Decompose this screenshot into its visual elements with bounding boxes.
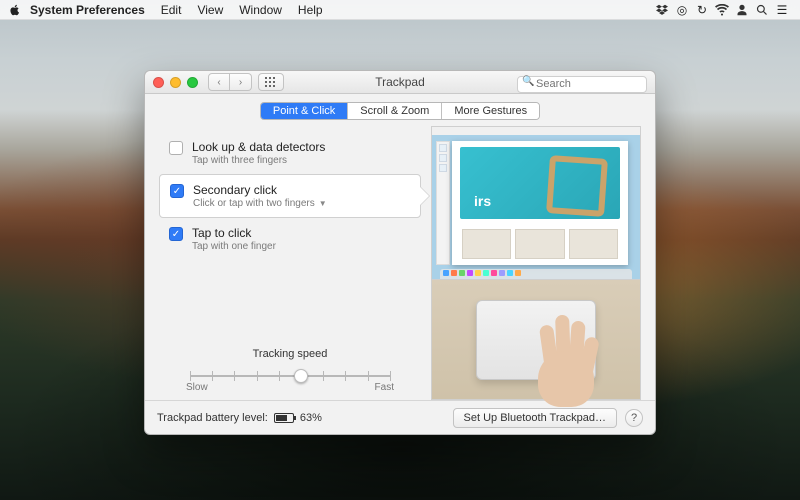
option-title: Secondary click (193, 183, 327, 197)
battery-percent: 63% (300, 412, 322, 424)
tracking-speed-label: Tracking speed (159, 348, 421, 360)
slider-min-label: Slow (186, 382, 208, 393)
option-secondary-click[interactable]: ✓ Secondary click Click or tap with two … (159, 174, 421, 218)
wifi-icon[interactable] (712, 4, 732, 16)
menubar-item-help[interactable]: Help (290, 0, 331, 20)
dropbox-icon[interactable] (652, 4, 672, 16)
battery-label: Trackpad battery level: (157, 412, 268, 424)
menubar-item-edit[interactable]: Edit (153, 0, 190, 20)
gesture-preview: irs (431, 126, 641, 400)
slider-max-label: Fast (375, 382, 394, 393)
tracking-speed-section: Tracking speed SlowFast (159, 348, 421, 386)
checkbox-look-up[interactable] (169, 141, 183, 155)
checkbox-secondary-click[interactable]: ✓ (170, 184, 184, 198)
minimize-button[interactable] (170, 77, 181, 88)
option-title: Look up & data detectors (192, 140, 325, 154)
tab-more-gestures[interactable]: More Gestures (442, 103, 539, 119)
option-look-up[interactable]: Look up & data detectors Tap with three … (159, 132, 421, 174)
checkbox-tap-to-click[interactable]: ✓ (169, 227, 183, 241)
help-button[interactable]: ? (625, 409, 643, 427)
user-icon[interactable] (732, 4, 752, 16)
spotlight-icon[interactable] (752, 4, 772, 16)
show-all-button[interactable] (258, 73, 284, 91)
tab-point-and-click[interactable]: Point & Click (261, 103, 348, 119)
chevron-down-icon[interactable]: ▼ (319, 199, 327, 208)
window-titlebar[interactable]: ‹ › Trackpad 🔍 (145, 71, 655, 94)
forward-button[interactable]: › (230, 73, 252, 91)
search-icon: 🔍 (522, 76, 534, 87)
menubar-app-name[interactable]: System Preferences (22, 0, 153, 20)
menubar-item-window[interactable]: Window (231, 0, 290, 20)
zoom-button[interactable] (187, 77, 198, 88)
option-title: Tap to click (192, 226, 276, 240)
preview-caption: irs (474, 193, 491, 209)
tab-scroll-and-zoom[interactable]: Scroll & Zoom (348, 103, 442, 119)
preview-hand (520, 317, 610, 407)
tab-bar: Point & Click Scroll & Zoom More Gesture… (145, 94, 655, 126)
menubar: System Preferences Edit View Window Help… (0, 0, 800, 20)
time-machine-icon[interactable]: ↻ (692, 3, 712, 17)
option-subtitle: Tap with one finger (192, 241, 276, 252)
preview-trackpad-area (431, 280, 641, 400)
battery-icon (274, 413, 294, 423)
option-subtitle: Tap with three fingers (192, 155, 325, 166)
menubar-item-view[interactable]: View (189, 0, 231, 20)
tracking-speed-slider[interactable]: SlowFast (190, 366, 390, 386)
search-input[interactable] (517, 76, 647, 93)
notification-center-icon[interactable]: ☰ (772, 3, 792, 17)
slider-knob[interactable] (294, 369, 308, 383)
airdrop-icon[interactable]: ◎ (672, 3, 692, 17)
setup-bluetooth-button[interactable]: Set Up Bluetooth Trackpad… (453, 408, 617, 428)
back-button[interactable]: ‹ (208, 73, 230, 91)
options-panel: Look up & data detectors Tap with three … (159, 126, 421, 400)
preferences-window: ‹ › Trackpad 🔍 Point & Click Scroll & Zo… (144, 70, 656, 435)
close-button[interactable] (153, 77, 164, 88)
apple-menu-icon[interactable] (8, 4, 22, 16)
option-subtitle[interactable]: Click or tap with two fingers▼ (193, 198, 327, 209)
option-tap-to-click[interactable]: ✓ Tap to click Tap with one finger (159, 218, 421, 260)
preview-screen: irs (431, 126, 641, 280)
